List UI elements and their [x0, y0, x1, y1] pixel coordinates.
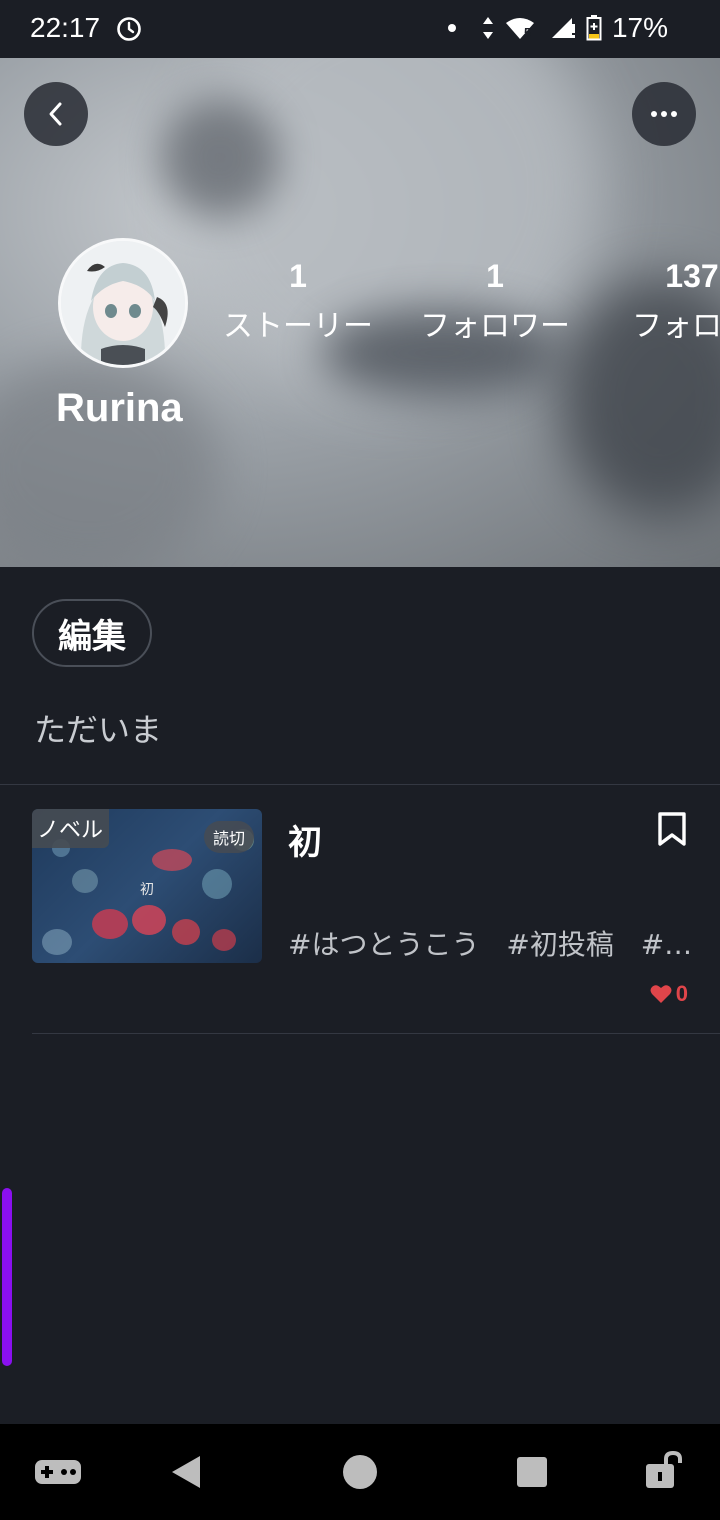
profile-bio: ただいま	[34, 711, 163, 749]
story-card[interactable]: ノベル 読切 初 初 #はつとうこう #初投稿 #… 0	[0, 785, 720, 1033]
battery-icon	[586, 15, 602, 41]
signal-icon	[551, 18, 575, 38]
back-icon	[49, 102, 62, 126]
avatar-illustration	[61, 241, 185, 365]
story-title[interactable]: 初	[288, 815, 322, 864]
like-number: 0	[675, 981, 688, 1006]
stat-label: フォロー	[632, 309, 720, 344]
stat-count: 137	[665, 258, 719, 294]
back-button[interactable]	[24, 82, 88, 146]
clock-icon	[117, 17, 141, 41]
home-circle-icon[interactable]	[342, 1454, 378, 1490]
stat-count: 1	[486, 258, 504, 294]
user-name: Rurina	[56, 386, 183, 430]
category-tag: ノベル	[32, 809, 110, 848]
more-icon	[651, 111, 677, 117]
divider	[32, 1033, 720, 1034]
oneshot-badge: 読切	[203, 821, 254, 853]
thumbnail-title: 初	[140, 882, 154, 898]
recents-square-icon[interactable]	[516, 1456, 548, 1488]
unlock-icon[interactable]	[644, 1450, 686, 1490]
edit-profile-button[interactable]: 編集	[32, 599, 152, 667]
back-triangle-icon[interactable]	[170, 1454, 202, 1490]
stat-label: ストーリー	[223, 309, 373, 344]
profile-header: Rurina 1 ストーリー 1 フォロワー 137 フォロー	[0, 58, 720, 567]
status-time: 22:17	[30, 12, 101, 43]
battery-level: 17%	[611, 12, 668, 43]
notification-dot	[447, 24, 456, 32]
status-bar: 22:17 5 17%	[0, 0, 720, 58]
system-nav-bar	[0, 1424, 720, 1520]
avatar[interactable]	[58, 238, 188, 368]
stat-count: 1	[289, 258, 307, 294]
story-tags[interactable]: #はつとうこう #初投稿 #…	[288, 923, 692, 963]
gamepad-icon[interactable]	[34, 1459, 82, 1485]
heart-icon	[650, 985, 672, 1003]
stat-followers[interactable]: 1 フォロワー	[415, 258, 575, 345]
data-arrows-icon	[482, 17, 493, 39]
stat-label: フォロワー	[420, 309, 570, 344]
scroll-indicator[interactable]	[2, 1188, 12, 1366]
stat-following[interactable]: 137 フォロー	[612, 258, 720, 345]
story-thumbnail[interactable]: ノベル 読切 初	[32, 809, 262, 963]
wifi-icon: 5	[504, 15, 540, 41]
stat-stories[interactable]: 1 ストーリー	[218, 258, 378, 345]
bookmark-icon[interactable]	[656, 811, 688, 847]
more-options-button[interactable]	[632, 82, 696, 146]
status-indicators: 5 17%	[447, 12, 668, 44]
like-count[interactable]: 0	[650, 981, 688, 1007]
wifi-label: 5	[523, 25, 532, 40]
